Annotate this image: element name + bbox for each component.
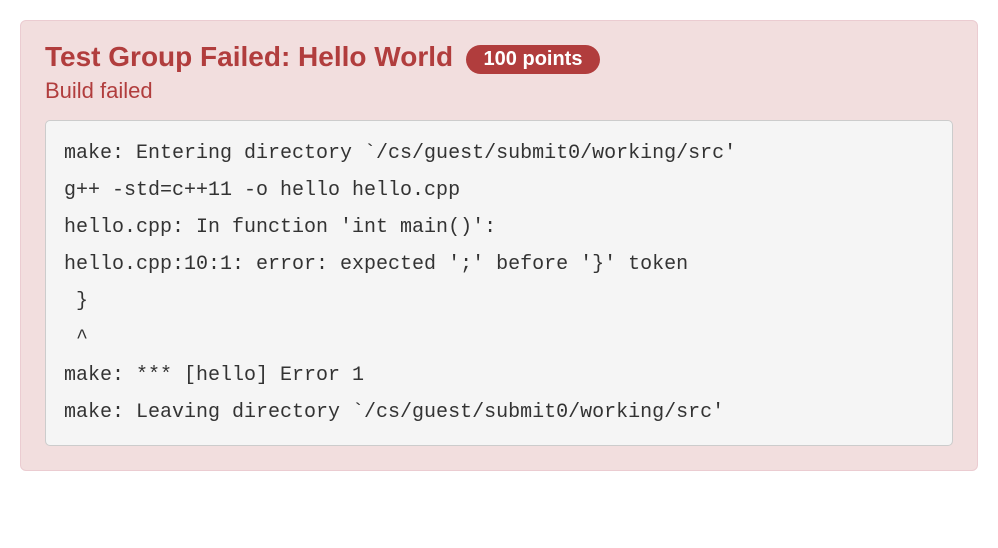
points-badge: 100 points	[466, 45, 601, 74]
panel-title: Test Group Failed: Hello World	[45, 41, 453, 72]
panel-subtitle: Build failed	[45, 78, 953, 104]
build-output: make: Entering directory `/cs/guest/subm…	[45, 120, 953, 446]
panel-header: Test Group Failed: Hello World 100 point…	[45, 41, 953, 76]
test-failure-panel: Test Group Failed: Hello World 100 point…	[20, 20, 978, 471]
